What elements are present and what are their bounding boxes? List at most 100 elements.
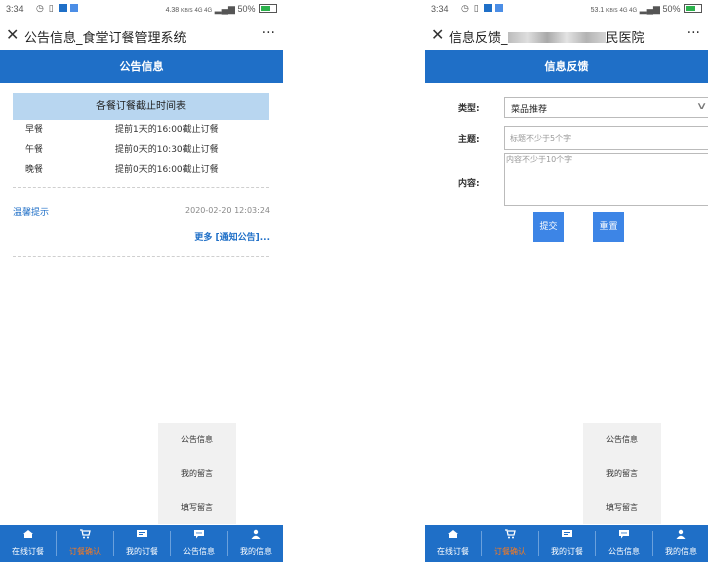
popup-item-announcements[interactable]: 公告信息 bbox=[158, 423, 236, 456]
app-notification-icon-2 bbox=[495, 4, 504, 12]
message-icon bbox=[619, 530, 629, 539]
table-row: 晚餐 提前0天的16:00截止订餐 bbox=[13, 160, 269, 180]
page-title: 信息反馈_ 民医院 bbox=[449, 31, 645, 46]
popup-item-my-messages[interactable]: 我的留言 bbox=[583, 457, 661, 490]
meal-deadline: 提前0天的10:30截止订餐 bbox=[115, 145, 219, 155]
content-label: 内容: bbox=[458, 179, 480, 189]
submit-button[interactable]: 提交 bbox=[533, 212, 564, 242]
app-notification-icon-2 bbox=[70, 4, 79, 12]
status-time: 3:34 bbox=[431, 4, 449, 14]
section-header: 公告信息 bbox=[0, 50, 283, 83]
cart-icon bbox=[505, 529, 516, 539]
cart-icon bbox=[80, 529, 91, 539]
nav-label: 公告信息 bbox=[183, 547, 215, 556]
battery-level: 50% bbox=[237, 4, 256, 14]
bottom-nav: 在线订餐 订餐确认 我的订餐 公告信息 我的信息 bbox=[0, 525, 283, 562]
nav-label: 我的信息 bbox=[240, 547, 272, 556]
subject-label: 主题: bbox=[458, 135, 480, 145]
nav-label: 我的订餐 bbox=[126, 547, 158, 556]
table-row: 午餐 提前0天的10:30截止订餐 bbox=[13, 140, 269, 160]
nav-item-order-confirm[interactable]: 订餐确认 bbox=[57, 525, 113, 562]
home-icon bbox=[23, 530, 33, 538]
status-bar: 3:34 ◷ ▯ 53.1 KB/S 4G 4G ▂▄▆ 50% bbox=[425, 0, 708, 20]
subject-placeholder: 标题不少于5个字 bbox=[510, 134, 572, 143]
deadline-table-title: 各餐订餐截止时间表 bbox=[13, 93, 269, 120]
popup-item-announcements[interactable]: 公告信息 bbox=[583, 423, 661, 456]
content-textarea[interactable]: 内容不少于10个字 bbox=[504, 153, 708, 206]
page-title: 公告信息_食堂订餐管理系统 bbox=[24, 31, 187, 46]
signal-icon: 4G 4G bbox=[194, 8, 213, 14]
table-row: 早餐 提前1天的16:00截止订餐 bbox=[13, 120, 269, 140]
nav-label: 我的订餐 bbox=[551, 547, 583, 556]
type-label: 类型: bbox=[458, 104, 480, 114]
redacted-area bbox=[507, 32, 606, 43]
nav-item-announcements[interactable]: 公告信息 bbox=[596, 525, 652, 562]
type-select[interactable]: 菜品推荐 ∨ bbox=[504, 97, 708, 118]
order-list-icon bbox=[562, 530, 572, 537]
battery-icon bbox=[684, 4, 702, 13]
user-icon bbox=[676, 529, 686, 539]
signal-bars-icon: ▂▄▆ bbox=[639, 4, 660, 14]
popup-menu: 公告信息 我的留言 填写留言 bbox=[583, 423, 661, 524]
nav-item-my-info[interactable]: 我的信息 bbox=[228, 525, 283, 562]
status-bar: 3:34 ◷ ▯ 4.38 KB/S 4G 4G ▂▄▆ 50% bbox=[0, 0, 283, 20]
popup-item-write-message[interactable]: 填写留言 bbox=[583, 491, 661, 524]
message-icon bbox=[194, 530, 204, 539]
popup-menu: 公告信息 我的留言 填写留言 bbox=[158, 423, 236, 524]
alarm-icon: ◷ bbox=[36, 4, 45, 14]
divider bbox=[13, 256, 269, 257]
nav-label: 在线订餐 bbox=[437, 547, 469, 556]
nav-item-announcements[interactable]: 公告信息 bbox=[171, 525, 227, 562]
net-speed: 53.1 KB/S bbox=[590, 7, 618, 14]
order-list-icon bbox=[137, 530, 147, 537]
chevron-down-icon: ∨ bbox=[695, 101, 708, 112]
subject-input[interactable]: 标题不少于5个字 bbox=[504, 126, 708, 150]
nav-label: 我的信息 bbox=[665, 547, 697, 556]
status-right: 53.1 KB/S 4G 4G ▂▄▆ 50% bbox=[591, 4, 702, 15]
app-notification-icon bbox=[58, 4, 67, 12]
signal-icon: 4G 4G bbox=[619, 8, 638, 14]
reset-button[interactable]: 重置 bbox=[593, 212, 624, 242]
notification-icons: ◷ ▯ bbox=[461, 4, 504, 14]
nav-item-my-orders[interactable]: 我的订餐 bbox=[114, 525, 170, 562]
more-notices-link[interactable]: 更多 [通知公告]... bbox=[194, 230, 270, 243]
nav-item-my-orders[interactable]: 我的订餐 bbox=[539, 525, 595, 562]
nav-item-my-info[interactable]: 我的信息 bbox=[653, 525, 708, 562]
nav-item-online-order[interactable]: 在线订餐 bbox=[0, 525, 56, 562]
status-time: 3:34 bbox=[6, 4, 24, 14]
alarm-icon: ◷ bbox=[461, 4, 470, 14]
nav-label: 公告信息 bbox=[608, 547, 640, 556]
nav-label: 订餐确认 bbox=[494, 547, 526, 556]
meal-name: 午餐 bbox=[25, 145, 44, 155]
meal-deadline: 提前0天的16:00截止订餐 bbox=[115, 165, 219, 175]
signal-bars-icon: ▂▄▆ bbox=[214, 4, 235, 14]
sim-icon: ▯ bbox=[473, 4, 480, 14]
more-options-icon[interactable]: ··· bbox=[687, 25, 700, 41]
status-right: 4.38 KB/S 4G 4G ▂▄▆ 50% bbox=[166, 4, 277, 15]
phone-screen-announcements: 3:34 ◷ ▯ 4.38 KB/S 4G 4G ▂▄▆ 50% ✕ 公告信息_… bbox=[0, 0, 283, 562]
title-bar: ✕ 公告信息_食堂订餐管理系统 ··· bbox=[0, 20, 283, 50]
sim-icon: ▯ bbox=[48, 4, 55, 14]
nav-item-order-confirm[interactable]: 订餐确认 bbox=[482, 525, 538, 562]
home-icon bbox=[448, 530, 458, 538]
more-options-icon[interactable]: ··· bbox=[262, 25, 275, 41]
popup-item-my-messages[interactable]: 我的留言 bbox=[158, 457, 236, 490]
battery-level: 50% bbox=[662, 4, 681, 14]
nav-label: 在线订餐 bbox=[12, 547, 44, 556]
popup-item-write-message[interactable]: 填写留言 bbox=[158, 491, 236, 524]
phone-screen-feedback: 3:34 ◷ ▯ 53.1 KB/S 4G 4G ▂▄▆ 50% ✕ 信息反馈_… bbox=[425, 0, 708, 562]
divider bbox=[13, 187, 269, 188]
notice-title-link[interactable]: 温馨提示 bbox=[13, 205, 49, 218]
notice-date: 2020-02-20 12:03:24 bbox=[185, 206, 270, 215]
content-placeholder: 内容不少于10个字 bbox=[506, 155, 573, 164]
nav-item-online-order[interactable]: 在线订餐 bbox=[425, 525, 481, 562]
meal-name: 晚餐 bbox=[25, 165, 44, 175]
close-icon[interactable]: ✕ bbox=[431, 25, 444, 44]
app-notification-icon bbox=[483, 4, 492, 12]
meal-deadline: 提前1天的16:00截止订餐 bbox=[115, 125, 219, 135]
battery-icon bbox=[259, 4, 277, 13]
net-speed: 4.38 KB/S bbox=[165, 7, 193, 14]
user-icon bbox=[251, 529, 261, 539]
close-icon[interactable]: ✕ bbox=[6, 25, 19, 44]
bottom-nav: 在线订餐 订餐确认 我的订餐 公告信息 我的信息 bbox=[425, 525, 708, 562]
